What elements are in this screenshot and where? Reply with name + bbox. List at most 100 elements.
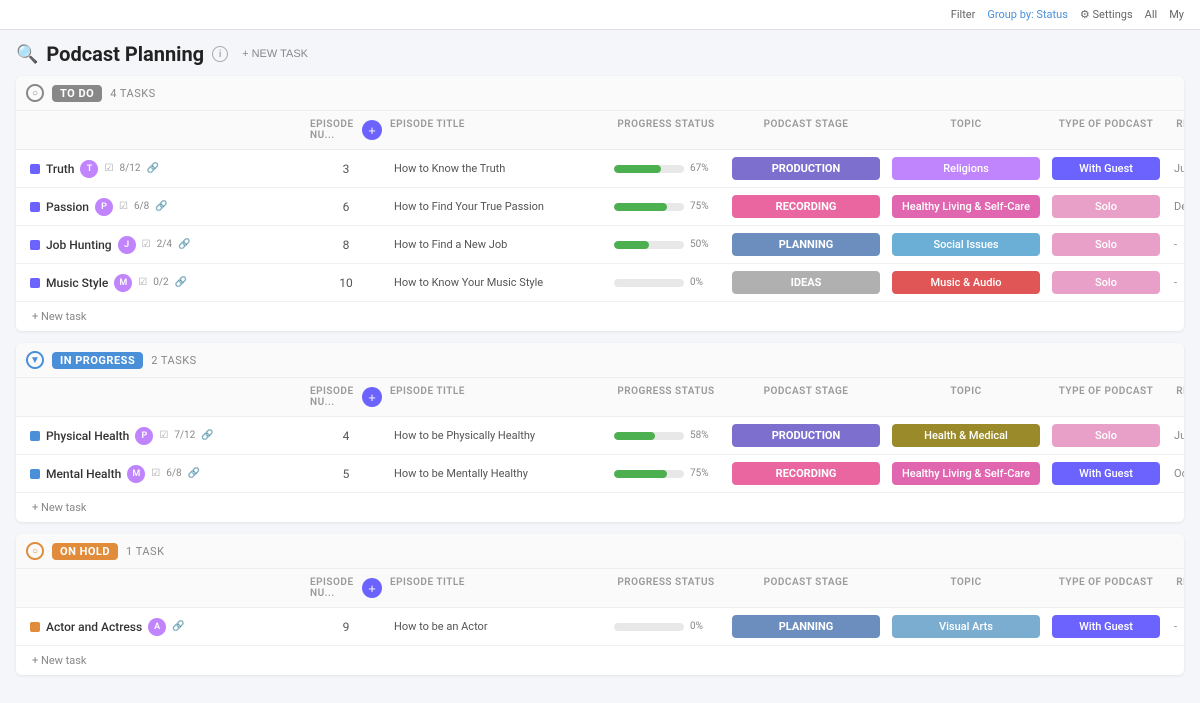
topic-cell[interactable]: Music & Audio: [886, 267, 1046, 298]
table-row[interactable]: Mental HealthM☑6/8🔗5How to be Mentally H…: [16, 455, 1184, 493]
filter-btn[interactable]: Filter: [951, 8, 976, 21]
top-bar: Filter Group by: Status ⚙ Settings All M…: [0, 0, 1200, 30]
table-row[interactable]: Actor and ActressA🔗9How to be an Actor0%…: [16, 608, 1184, 646]
topic-cell[interactable]: Religions: [886, 153, 1046, 184]
podcast-stage-cell[interactable]: IDEAS: [726, 267, 886, 298]
col-header-7: RECORDING: [1166, 382, 1184, 412]
progress-bar: [614, 279, 684, 287]
add-episode-btn-inprogress[interactable]: +: [362, 387, 382, 407]
type-cell[interactable]: With Guest: [1046, 611, 1166, 642]
add-episode-btn-todo[interactable]: +: [362, 120, 382, 140]
page-title: Podcast Planning: [46, 42, 204, 66]
episode-number-cell: 10: [306, 272, 386, 294]
episode-title-cell: How to Find a New Job: [386, 234, 606, 255]
group-by-btn[interactable]: Group by: Status: [987, 8, 1068, 21]
add-task-row[interactable]: + New task: [16, 302, 1184, 331]
table-row[interactable]: PassionP☑6/8🔗6How to Find Your True Pass…: [16, 188, 1184, 226]
progress-label: 58%: [690, 430, 709, 441]
type-cell[interactable]: Solo: [1046, 229, 1166, 260]
topic-cell[interactable]: Healthy Living & Self-Care: [886, 191, 1046, 222]
avatar: J: [118, 236, 136, 254]
task-subtask-count: 0/2: [153, 277, 168, 288]
episode-number-cell: 8: [306, 234, 386, 256]
task-name-cell: Mental HealthM☑6/8🔗: [26, 459, 306, 489]
type-badge: Solo: [1052, 233, 1160, 256]
avatar: A: [148, 618, 166, 636]
topic-badge: Health & Medical: [892, 424, 1040, 447]
group-toggle-inprogress[interactable]: ▼: [26, 351, 44, 369]
group-label-todo: TO DO: [52, 85, 102, 102]
col-header-3: PROGRESS STATUS: [606, 573, 726, 603]
col-header-6: TYPE OF PODCAST: [1046, 382, 1166, 412]
table-row[interactable]: Physical HealthP☑7/12🔗4How to be Physica…: [16, 417, 1184, 455]
info-icon[interactable]: i: [212, 46, 228, 62]
table-row[interactable]: Job HuntingJ☑2/4🔗8How to Find a New Job5…: [16, 226, 1184, 264]
podcast-stage-cell[interactable]: PRODUCTION: [726, 420, 886, 451]
task-subtask-count: 8/12: [119, 163, 140, 174]
col-header-5: TOPIC: [886, 115, 1046, 145]
col-header-6: TYPE OF PODCAST: [1046, 115, 1166, 145]
podcast-stage-cell[interactable]: PLANNING: [726, 611, 886, 642]
group-count-todo: 4 TASKS: [110, 87, 155, 100]
link-icon: 🔗: [175, 277, 187, 288]
progress-bar: [614, 165, 684, 173]
add-episode-btn-onhold[interactable]: +: [362, 578, 382, 598]
episode-number-cell: 9: [306, 616, 386, 638]
podcast-stage-cell[interactable]: PRODUCTION: [726, 153, 886, 184]
topic-cell[interactable]: Visual Arts: [886, 611, 1046, 642]
col-header-0: [26, 382, 306, 412]
episode-title-cell: How to Find Your True Passion: [386, 196, 606, 217]
progress-bar-fill: [614, 203, 667, 211]
recording-date-cell: Dec 27: [1166, 196, 1184, 217]
task-color-dot: [30, 164, 40, 174]
type-cell[interactable]: Solo: [1046, 420, 1166, 451]
type-cell[interactable]: With Guest: [1046, 458, 1166, 489]
topic-cell[interactable]: Healthy Living & Self-Care: [886, 458, 1046, 489]
avatar: T: [80, 160, 98, 178]
group-header-inprogress: ▼IN PROGRESS2 TASKS: [16, 343, 1184, 378]
podcast-stage-cell[interactable]: PLANNING: [726, 229, 886, 260]
progress-cell: 0%: [606, 273, 726, 292]
col-header-0: [26, 115, 306, 145]
progress-bar: [614, 470, 684, 478]
task-name-cell: PassionP☑6/8🔗: [26, 192, 306, 222]
link-icon: 🔗: [188, 468, 200, 479]
stage-badge: RECORDING: [732, 195, 880, 218]
link-icon: 🔗: [201, 430, 213, 441]
group-count-inprogress: 2 TASKS: [151, 354, 196, 367]
task-name-label: Passion: [46, 200, 89, 214]
recording-date-cell: Jul 6: [1166, 425, 1184, 446]
podcast-stage-cell[interactable]: RECORDING: [726, 191, 886, 222]
settings-btn[interactable]: ⚙ Settings: [1080, 8, 1133, 21]
progress-cell: 75%: [606, 464, 726, 483]
task-name-cell: Music StyleM☑0/2🔗: [26, 268, 306, 298]
col-header-3: PROGRESS STATUS: [606, 382, 726, 412]
task-color-dot: [30, 469, 40, 479]
new-task-button[interactable]: + NEW TASK: [236, 46, 314, 62]
task-name-label: Actor and Actress: [46, 620, 142, 634]
podcast-stage-cell[interactable]: RECORDING: [726, 458, 886, 489]
table-row[interactable]: Music StyleM☑0/2🔗10How to Know Your Musi…: [16, 264, 1184, 302]
topic-cell[interactable]: Social Issues: [886, 229, 1046, 260]
add-task-row[interactable]: + New task: [16, 493, 1184, 522]
topic-cell[interactable]: Health & Medical: [886, 420, 1046, 451]
group-toggle-onhold[interactable]: ○: [26, 542, 44, 560]
checkbox-icon: ☑: [104, 163, 113, 174]
progress-bar-fill: [614, 165, 661, 173]
type-cell[interactable]: Solo: [1046, 267, 1166, 298]
all-toggle[interactable]: All: [1145, 8, 1158, 21]
my-toggle[interactable]: My: [1169, 8, 1184, 21]
checkbox-icon: ☑: [151, 468, 160, 479]
page-icon: 🔍: [16, 44, 38, 65]
add-task-row[interactable]: + New task: [16, 646, 1184, 675]
progress-cell: 0%: [606, 617, 726, 636]
type-cell[interactable]: Solo: [1046, 191, 1166, 222]
episode-number-cell: 6: [306, 196, 386, 218]
col-headers-todo: EPISODE NU...+EPISODE TITLEPROGRESS STAT…: [16, 111, 1184, 150]
table-row[interactable]: TruthT☑8/12🔗3How to Know the Truth67%PRO…: [16, 150, 1184, 188]
col-headers-inprogress: EPISODE NU...+EPISODE TITLEPROGRESS STAT…: [16, 378, 1184, 417]
type-cell[interactable]: With Guest: [1046, 153, 1166, 184]
group-toggle-todo[interactable]: ○: [26, 84, 44, 102]
col-header-6: TYPE OF PODCAST: [1046, 573, 1166, 603]
episode-number-cell: 4: [306, 425, 386, 447]
